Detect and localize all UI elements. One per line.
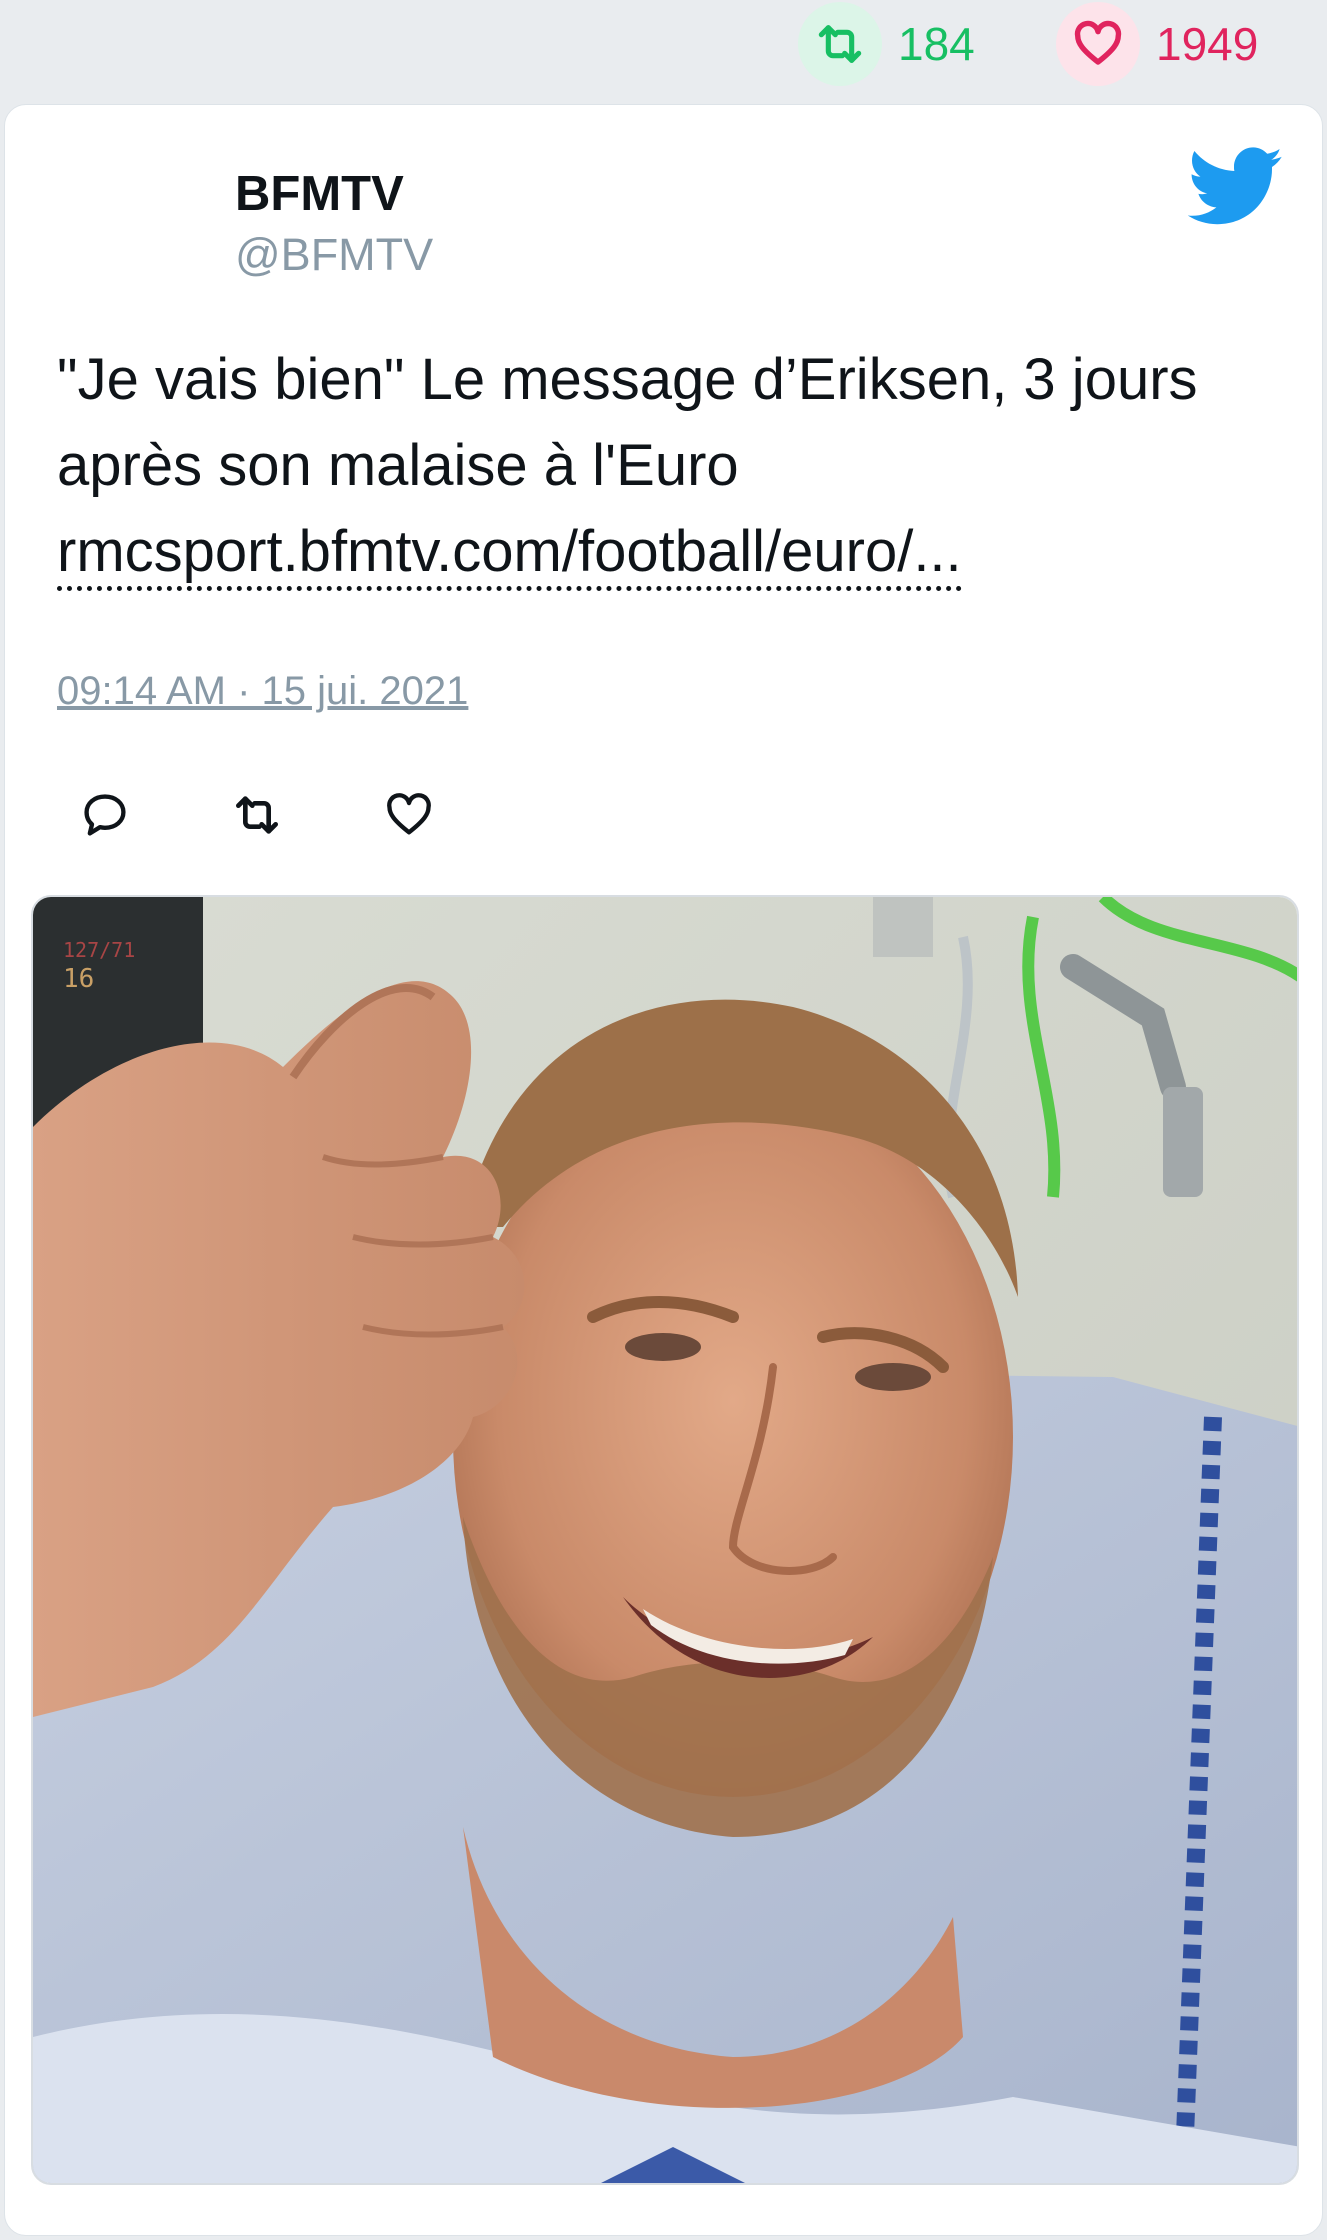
monitor-readout-top: 127/71 [63,938,135,962]
tweet-card: BFMTV @BFMTV "Je vais bien" Le message d… [4,104,1323,2236]
tweet-link[interactable]: rmcsport.bfmtv.com/football/euro/... [57,519,962,591]
engagement-bar: 184 1949 [0,0,1327,95]
photo-illustration: 127/71 16 [33,897,1297,2183]
twitter-bird-icon[interactable] [1187,145,1284,229]
tweet-screenshot: 184 1949 BFMTV @BFMTV "Je vais bien" Le … [0,0,1327,2240]
monitor-readout-main: 16 [63,964,94,994]
retweet-icon [798,2,882,86]
tweet-body: "Je vais bien" Le message d’Eriksen, 3 j… [57,347,1198,498]
tweet-actions [77,785,533,845]
retweet-icon[interactable] [229,787,285,843]
retweet-count: 184 [898,18,975,70]
like-icon[interactable] [381,787,437,843]
author-handle: @BFMTV [235,228,434,280]
reply-icon[interactable] [77,787,133,843]
tweet-text: "Je vais bien" Le message d’Eriksen, 3 j… [57,337,1277,595]
author-block[interactable]: BFMTV @BFMTV [235,165,433,282]
like-count: 1949 [1156,18,1259,70]
retweet-count-button[interactable]: 184 [798,2,975,86]
like-count-button[interactable]: 1949 [1056,2,1259,86]
author-name: BFMTV [235,167,404,221]
tweet-photo[interactable]: 127/71 16 [31,895,1299,2185]
heart-icon [1056,2,1140,86]
tweet-timestamp[interactable]: 09:14 AM · 15 jui. 2021 [57,669,468,714]
